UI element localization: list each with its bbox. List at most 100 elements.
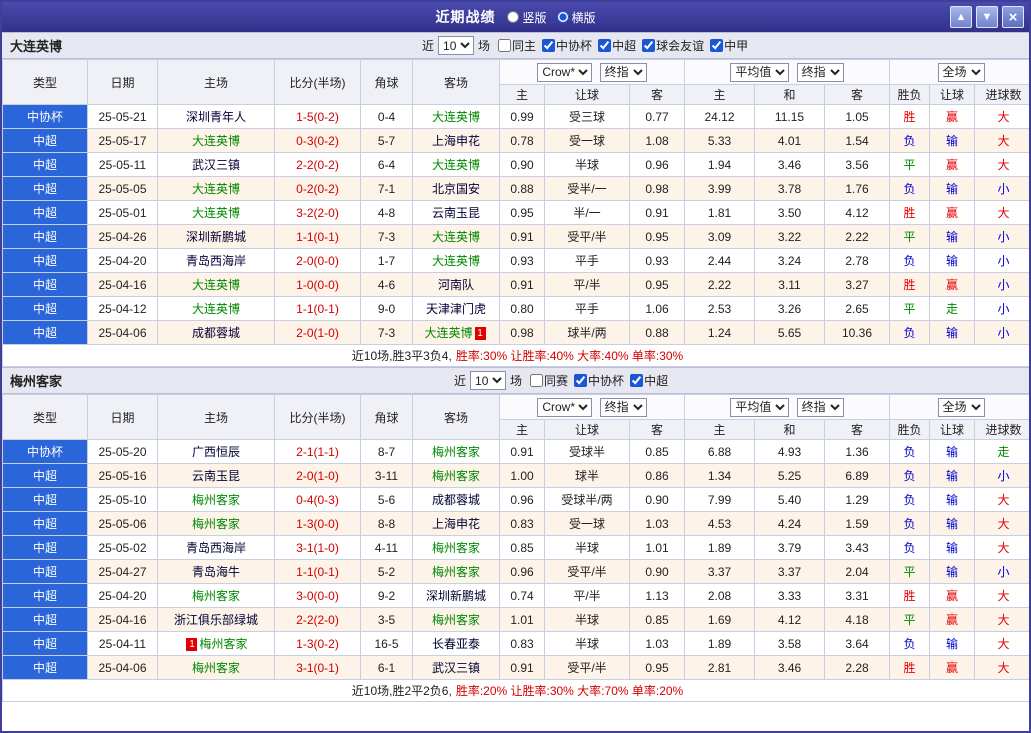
- league-filter-checkbox[interactable]: [630, 374, 644, 387]
- goals-total: 小: [974, 176, 1029, 201]
- match-result: 负: [889, 320, 931, 345]
- games-label: 场: [510, 374, 523, 388]
- league-filter-checkbox[interactable]: [542, 39, 556, 52]
- team-name: 大连英博: [191, 182, 240, 196]
- match-date: 25-05-11: [87, 152, 158, 177]
- eu-draw-odds: 3.33: [754, 583, 825, 608]
- league-filter[interactable]: 中协杯: [574, 372, 624, 389]
- match-result: 胜: [889, 104, 931, 129]
- match-row: 中协杯 25-05-20 广西恒辰 2-1(1-1) 8-7 梅州客家 0.91 受球半 0.8…: [2, 439, 1029, 464]
- match-score: 2-1(1-1): [274, 439, 361, 464]
- league-filter-checkbox[interactable]: [598, 39, 612, 52]
- eu-away-odds: 1.59: [823, 511, 891, 536]
- match-filters: 近 10 场 同主 中协杯 中超 球会友谊 中甲: [422, 36, 748, 55]
- league-filter[interactable]: 球会友谊: [642, 37, 704, 54]
- handicap-result: 输: [929, 248, 976, 273]
- eu-away-odds: 3.31: [823, 583, 891, 608]
- asia-home-odds: 0.83: [499, 631, 545, 656]
- team-name: 大连英博: [191, 206, 240, 220]
- asia-source-select[interactable]: Crow*: [537, 62, 593, 82]
- away-team-cell: 大连英博: [412, 224, 500, 249]
- europe-source-select[interactable]: 平均值: [730, 397, 790, 417]
- match-result: 平: [889, 607, 931, 632]
- corner-score: 5-6: [360, 487, 413, 512]
- move-up-button[interactable]: ▲: [950, 6, 972, 28]
- eu-away-odds: 2.78: [823, 248, 891, 273]
- league-filter[interactable]: 中超: [598, 37, 636, 54]
- asia-away-odds: 1.03: [629, 511, 685, 536]
- handicap-line: 受球半: [544, 439, 630, 464]
- league-filter-checkbox[interactable]: [498, 39, 512, 52]
- goals-total: 大: [974, 607, 1029, 632]
- league-filter[interactable]: 中甲: [710, 37, 748, 54]
- goals-total: 大: [974, 152, 1029, 177]
- europe-time-select[interactable]: 终指: [796, 62, 844, 82]
- league-filter-checkbox[interactable]: [574, 374, 588, 387]
- match-type: 中协杯: [2, 439, 88, 464]
- home-team-cell: 梅州客家: [157, 487, 275, 512]
- eu-draw-odds: 11.15: [754, 104, 825, 129]
- eu-home-odds: 2.53: [684, 296, 755, 321]
- league-filter-checkbox[interactable]: [710, 39, 724, 52]
- asia-home-odds: 0.93: [499, 248, 545, 273]
- league-filter[interactable]: 中超: [630, 372, 668, 389]
- eu-home-odds: 3.09: [684, 224, 755, 249]
- goals-total: 小: [974, 320, 1029, 345]
- asia-source-select[interactable]: Crow*: [537, 397, 593, 417]
- match-score: 1-1(0-1): [274, 224, 361, 249]
- handicap-line: 受一球: [544, 128, 630, 153]
- asia-home-odds: 0.95: [499, 200, 545, 225]
- close-button[interactable]: ×: [1002, 6, 1024, 28]
- team-name: 广西恒辰: [191, 445, 240, 459]
- layout-radio[interactable]: [507, 11, 520, 23]
- handicap-line: 半球: [544, 607, 630, 632]
- layout-option-2[interactable]: 横版: [556, 9, 596, 26]
- match-count-select[interactable]: 10: [470, 371, 507, 390]
- league-filter[interactable]: 同赛: [530, 372, 568, 389]
- team-name: 青岛西海岸: [185, 254, 246, 268]
- asia-home-odds: 0.91: [499, 224, 545, 249]
- goals-total: 小: [974, 296, 1029, 321]
- team-name: 长春亚泰: [431, 637, 480, 651]
- asia-away-odds: 0.77: [629, 104, 685, 129]
- match-row: 中超 25-05-02 青岛西海岸 3-1(1-0) 4-11 梅州客家 0.85 半球 1.0…: [2, 535, 1029, 560]
- col-header-eu-away: 客: [823, 419, 891, 440]
- match-result: 负: [889, 487, 931, 512]
- asia-home-odds: 0.80: [499, 296, 545, 321]
- selector-row: 类型 日期 主场 比分(半场) 角球 客场 Crow* 终指 平均值 终指 全场: [2, 59, 1029, 105]
- summary-row: 近10场,胜2平2负6, 胜率:20% 让胜率:30% 大率:70% 单率:20%: [2, 679, 1029, 702]
- league-filter-checkbox[interactable]: [642, 39, 656, 52]
- scope-select[interactable]: 全场: [937, 62, 985, 82]
- eu-draw-odds: 5.25: [754, 463, 825, 488]
- match-result: 负: [889, 463, 931, 488]
- eu-home-odds: 1.24: [684, 320, 755, 345]
- league-filter[interactable]: 中协杯: [542, 37, 592, 54]
- asia-time-select[interactable]: 终指: [599, 397, 647, 417]
- scope-select[interactable]: 全场: [937, 397, 985, 417]
- league-filter-checkbox[interactable]: [530, 374, 544, 387]
- match-row: 中超 25-05-16 云南玉昆 2-0(1-0) 3-11 梅州客家 1.00 球半 0.86…: [2, 463, 1029, 488]
- layout-radio[interactable]: [556, 11, 569, 23]
- match-type: 中超: [2, 655, 88, 680]
- asia-time-select[interactable]: 终指: [599, 62, 647, 82]
- move-down-button[interactable]: ▼: [976, 6, 998, 28]
- team-name: 武汉三镇: [191, 158, 240, 172]
- match-result: 平: [889, 559, 931, 584]
- col-header-type: 类型: [2, 394, 88, 440]
- team-section-header-2: 梅州客家 近 10 场 同赛 中协杯 中超: [2, 367, 1029, 394]
- col-header-eu-draw: 和: [754, 419, 825, 440]
- col-header-score: 比分(半场): [274, 59, 361, 105]
- europe-time-select[interactable]: 终指: [796, 397, 844, 417]
- layout-option-1[interactable]: 竖版: [507, 9, 547, 26]
- league-filter[interactable]: 同主: [498, 37, 536, 54]
- asia-away-odds: 0.96: [629, 152, 685, 177]
- europe-source-select[interactable]: 平均值: [730, 62, 790, 82]
- home-team-cell: 武汉三镇: [157, 152, 275, 177]
- match-count-select[interactable]: 10: [438, 36, 475, 55]
- handicap-line: 受平/半: [544, 224, 630, 249]
- team-name: 云南玉昆: [431, 206, 480, 220]
- goals-total: 小: [974, 559, 1029, 584]
- layout-radio-group: 竖版 横版: [507, 9, 596, 26]
- team-name: 天津津门虎: [425, 302, 486, 316]
- match-result: 胜: [889, 583, 931, 608]
